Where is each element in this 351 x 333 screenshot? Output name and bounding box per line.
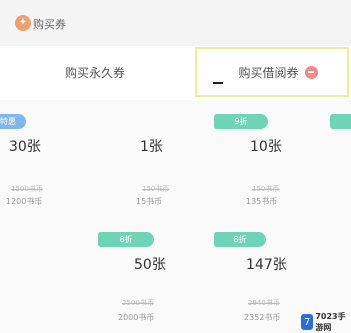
tab-label: 购买借阅券 [238,65,299,80]
tab-buy-borrow[interactable]: 购买借阅券 [195,47,349,97]
discount-badge: 特惠 [0,114,26,129]
coupon-count: 10张 [250,139,282,155]
coupon-count: 50张 [134,257,166,273]
coupon-icon: ✦ [15,15,31,31]
original-price: 150书币 [252,185,280,193]
original-price: 2940书币 [248,299,280,307]
sale-price: 2352书币 [244,313,281,322]
original-price: 2500书币 [122,299,154,307]
discount-badge [330,114,351,129]
sale-price: 15书币 [136,197,163,206]
sale-price: 1200书币 [6,197,43,206]
coupon-count: 30张 [9,139,41,155]
site-logo-icon: 7 [301,314,314,330]
coupon-option[interactable]: 1张 150书币 15书币 [108,112,198,212]
coupon-option[interactable]: 特惠 30张 1500书币 1200书币 [0,112,90,212]
remove-icon[interactable] [304,65,318,79]
text-cursor [213,82,223,84]
coupon-option[interactable]: 9折 10张 150书币 135书币 [214,112,304,212]
discount-badge: 9折 [214,114,268,129]
header-bar: ✦ 购买券 [0,0,351,46]
coupon-option[interactable]: 8折 50张 2500书币 2000书币 [98,230,188,330]
original-price: 150书币 [142,185,170,193]
sale-price: 135书币 [246,197,278,206]
coupon-count: 147张 [246,257,287,273]
site-watermark: 7 7023手游网 [301,311,351,333]
coupon-count: 1张 [140,139,163,155]
coupon-option[interactable] [328,112,351,212]
sale-price: 2000书币 [118,313,155,322]
page-title: 购买券 [33,18,66,31]
original-price: 1500书币 [11,185,43,193]
watermark-text: 7023手游网 [315,312,346,332]
coupon-option[interactable]: 8折 147张 2940书币 2352书币 [214,230,304,330]
tab-label: 购买永久券 [64,65,125,80]
coupon-grid: 特惠 30张 1500书币 1200书币 1张 150书币 15书币 9折 10… [0,100,351,333]
discount-badge: 8折 [214,232,266,247]
tab-buy-permanent[interactable]: 购买永久券 [0,47,190,97]
discount-badge: 8折 [98,232,154,247]
